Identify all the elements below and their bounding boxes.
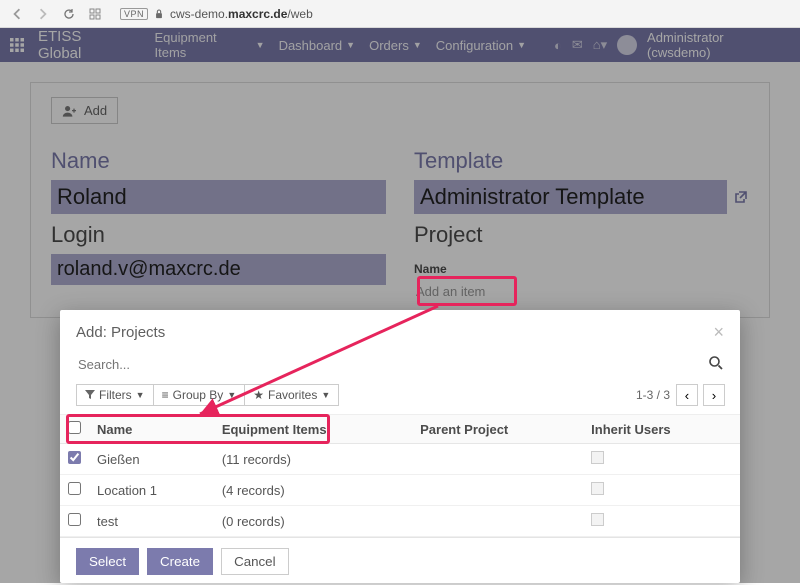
select-all-checkbox[interactable] [68, 421, 81, 434]
star-icon: ★ [253, 388, 264, 402]
row-name: Location 1 [89, 475, 214, 506]
col-inherit[interactable]: Inherit Users [583, 415, 740, 444]
row-checkbox[interactable] [68, 451, 81, 464]
row-equipment[interactable]: (4 records) [214, 475, 412, 506]
row-checkbox[interactable] [68, 482, 81, 495]
row-inherit[interactable] [583, 444, 740, 475]
lock-icon [154, 9, 164, 19]
back-button[interactable] [8, 5, 26, 23]
close-icon[interactable]: × [713, 322, 724, 343]
row-name: Gießen [89, 444, 214, 475]
browser-chrome: VPN cws-demo.maxcrc.de/web [0, 0, 800, 28]
select-button[interactable]: Select [76, 548, 139, 575]
row-inherit[interactable] [583, 475, 740, 506]
row-inherit[interactable] [583, 506, 740, 537]
row-name: test [89, 506, 214, 537]
favorites-button[interactable]: ★Favorites▼ [244, 384, 339, 406]
vpn-badge: VPN [120, 8, 148, 20]
reload-button[interactable] [60, 5, 78, 23]
col-name[interactable]: Name [89, 415, 214, 444]
group-by-button[interactable]: ≡Group By▼ [153, 384, 246, 406]
filters-button[interactable]: Filters▼ [76, 384, 154, 406]
search-icon[interactable] [708, 355, 724, 374]
row-parent [412, 506, 583, 537]
url-text: cws-demo.maxcrc.de/web [170, 7, 313, 21]
projects-table: Name Equipment Items Parent Project Inhe… [60, 415, 740, 537]
extensions-button[interactable] [86, 5, 104, 23]
table-row[interactable]: Gießen(11 records) [60, 444, 740, 475]
table-row[interactable]: test(0 records) [60, 506, 740, 537]
row-equipment[interactable]: (0 records) [214, 506, 412, 537]
pager-next[interactable]: › [703, 384, 725, 406]
row-parent [412, 475, 583, 506]
pager-prev[interactable]: ‹ [676, 384, 698, 406]
address-bar[interactable]: VPN cws-demo.maxcrc.de/web [112, 7, 792, 21]
search-input[interactable] [76, 353, 708, 376]
create-button[interactable]: Create [147, 548, 213, 575]
row-equipment[interactable]: (11 records) [214, 444, 412, 475]
add-projects-modal: Add: Projects × Filters▼ ≡Group By▼ ★Fav… [60, 310, 740, 583]
forward-button[interactable] [34, 5, 52, 23]
row-checkbox[interactable] [68, 513, 81, 526]
modal-title: Add: Projects [76, 324, 165, 341]
list-icon: ≡ [162, 388, 169, 402]
table-row[interactable]: Location 1(4 records) [60, 475, 740, 506]
col-parent[interactable]: Parent Project [412, 415, 583, 444]
pager-text: 1-3 / 3 [636, 388, 670, 402]
cancel-button[interactable]: Cancel [221, 548, 289, 575]
row-parent [412, 444, 583, 475]
col-equipment[interactable]: Equipment Items [214, 415, 412, 444]
funnel-icon [85, 390, 95, 400]
